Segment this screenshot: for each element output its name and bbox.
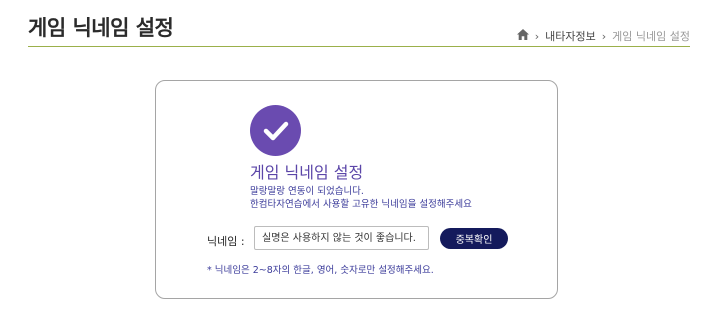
- description-line: 말랑말랑 연동이 되었습니다.: [250, 186, 364, 197]
- breadcrumb-item-current: 게임 닉네임 설정: [612, 30, 690, 43]
- nickname-hint: * 닉네임은 2~8자의 한글, 영어, 숫자로만 설정해주세요.: [207, 265, 434, 276]
- breadcrumb: › 내타자정보 › 게임 닉네임 설정: [516, 28, 690, 44]
- card-title: 게임 닉네임 설정: [250, 163, 364, 182]
- check-icon: [250, 105, 301, 156]
- nickname-label: 닉네임 :: [207, 235, 245, 248]
- breadcrumb-item-my-info[interactable]: 내타자정보: [545, 28, 596, 44]
- nickname-setup-card: 게임 닉네임 설정 말랑말랑 연동이 되었습니다. 한컴타자연습에서 사용할 고…: [155, 80, 558, 299]
- description-line: 한컴타자연습에서 사용할 고유한 닉네임을 설정해주세요: [250, 199, 472, 210]
- chevron-right-icon: ›: [601, 29, 607, 43]
- page-title: 게임 닉네임 설정: [28, 16, 174, 40]
- duplicate-check-button[interactable]: 중복확인: [440, 228, 508, 249]
- nickname-input[interactable]: [254, 226, 429, 250]
- home-icon[interactable]: [516, 29, 529, 43]
- title-divider: [28, 46, 690, 47]
- chevron-right-icon: ›: [534, 29, 540, 43]
